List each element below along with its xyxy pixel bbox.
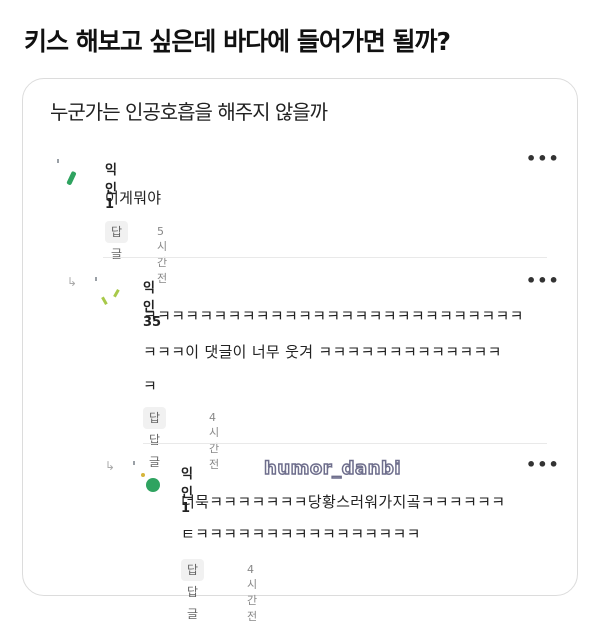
card-title: 누군가는 인공호흡을 해주지 않을까	[50, 100, 328, 124]
divider	[103, 257, 547, 258]
comment-time: 4시간 전	[209, 411, 220, 471]
reply-arrow-icon: ↳	[67, 275, 78, 289]
watermark: humor_danbi	[263, 457, 402, 480]
comment-card: 누군가는 인공호흡을 해주지 않을까 익인1 ••• 이게뭐야 답글 5시간 전…	[22, 78, 578, 623]
comment-text-line: ㅌㅋㅋㅋㅋㅋㅋㅋㅋㅋㅋㅋㅋㅋㅋㅋㅋ	[181, 525, 421, 543]
divider	[143, 443, 547, 444]
avatar-icon	[57, 159, 77, 185]
comment-text-line: 너묵ㅋㅋㅋㅋㅋㅋㅋ당황스러워가지곸ㅋㅋㅋㅋㅋㅋ	[181, 493, 506, 511]
comment-text-line: ㅋㅋㅋ이 댓글이 너무 웃겨 ㅋㅋㅋㅋㅋㅋㅋㅋㅋㅋㅋㅋㅋ	[143, 343, 502, 361]
comment-text-line: ㅋㅋㅋㅋㅋㅋㅋㅋㅋㅋㅋㅋㅋㅋㅋㅋㅋㅋㅋㅋㅋㅋㅋㅋㅋㅋㅋ	[143, 307, 524, 325]
reply-button[interactable]: 답답글	[143, 407, 167, 469]
reply-arrow-icon: ↳	[105, 459, 116, 473]
reply-button[interactable]: 답글	[105, 221, 129, 261]
comment-time: 4시간 전	[247, 563, 258, 623]
avatar-icon	[95, 277, 120, 305]
more-options-icon[interactable]: •••	[526, 271, 560, 290]
reply-button[interactable]: 답답글	[181, 559, 205, 621]
comment-text-line: ㅋ	[143, 377, 158, 395]
comment-text: 이게뭐야	[105, 189, 162, 207]
avatar-icon	[133, 461, 160, 492]
more-options-icon[interactable]: •••	[526, 149, 560, 168]
more-options-icon[interactable]: •••	[526, 455, 560, 474]
post-headline: 키스 해보고 싶은데 바다에 들어가면 될까?	[24, 27, 451, 56]
